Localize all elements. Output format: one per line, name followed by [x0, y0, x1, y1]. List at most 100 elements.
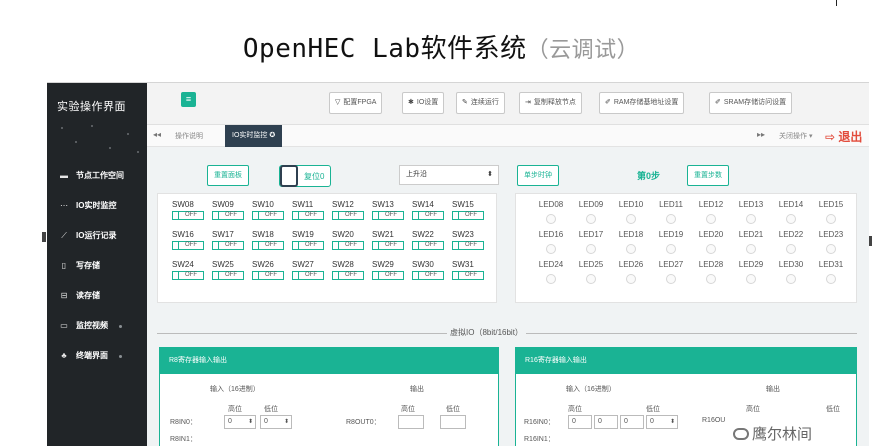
switch-toggle[interactable]: OFF — [372, 211, 404, 220]
switch-sw15[interactable]: SW15 OFF — [452, 200, 486, 220]
switch-sw28[interactable]: SW28 OFF — [332, 260, 366, 280]
switch-label: SW24 — [172, 260, 194, 269]
switch-toggle[interactable]: OFF — [292, 271, 324, 280]
led-indicator — [626, 244, 636, 254]
switch-sw29[interactable]: SW29 OFF — [372, 260, 406, 280]
switch-sw09[interactable]: SW09 OFF — [212, 200, 246, 220]
release-node-button[interactable]: ⇥ 复制释放节点 — [519, 92, 582, 114]
switch-toggle[interactable]: OFF — [412, 211, 444, 220]
r8-in0-high-stepper[interactable]: 0 ⬍ — [224, 415, 256, 429]
led-label: LED15 — [818, 200, 844, 209]
switch-sw11[interactable]: SW11 OFF — [292, 200, 326, 220]
tab-instructions[interactable]: 操作说明 — [175, 131, 203, 141]
switch-toggle[interactable]: OFF — [452, 271, 484, 280]
r16-input-header: 输入（16进制） — [566, 386, 616, 393]
switch-toggle[interactable]: OFF — [212, 211, 244, 220]
switch-state: OFF — [345, 272, 357, 278]
led-label: LED29 — [738, 260, 764, 269]
switch-sw14[interactable]: SW14 OFF — [412, 200, 446, 220]
step-clock-button[interactable]: 单步时钟 — [517, 165, 559, 186]
switch-toggle[interactable]: OFF — [212, 241, 244, 250]
r16-output-header: 输出 — [766, 386, 780, 393]
switch-toggle[interactable]: OFF — [452, 241, 484, 250]
sram-access-button[interactable]: ✐ SRAM存储访问设置 — [709, 92, 793, 114]
checkbox-square[interactable] — [280, 165, 298, 187]
sidebar-item-io-monitor[interactable]: ⋯ IO实时监控 — [47, 191, 147, 221]
tab-prev-icon[interactable]: ◂◂ — [153, 130, 161, 139]
r16-in0-stepper-2[interactable]: 0 — [594, 415, 618, 429]
switch-sw31[interactable]: SW31 OFF — [452, 260, 486, 280]
r16-in0-label: R16IN0： — [524, 419, 555, 426]
switch-sw26[interactable]: SW26 OFF — [252, 260, 286, 280]
r8-in0-low-stepper[interactable]: 0 ⬍ — [260, 415, 292, 429]
switch-sw08[interactable]: SW08 OFF — [172, 200, 206, 220]
switch-toggle[interactable]: OFF — [332, 271, 364, 280]
sidebar-item-video[interactable]: ▭ 监控视频 — [47, 311, 147, 341]
led-label: LED14 — [778, 200, 804, 209]
r16-in0-stepper-3[interactable]: 0 — [620, 415, 644, 429]
switch-sw12[interactable]: SW12 OFF — [332, 200, 366, 220]
file-icon: ▯ — [61, 261, 67, 270]
io-settings-button[interactable]: ✱ IO设置 — [402, 92, 445, 114]
led-led20: LED20 — [694, 230, 728, 254]
switch-toggle[interactable]: OFF — [452, 211, 484, 220]
switch-sw16[interactable]: SW16 OFF — [172, 230, 206, 250]
reset-panel-button[interactable]: 重置面板 — [207, 165, 249, 186]
r16-in0-stepper-4[interactable]: 0 ⬍ — [646, 415, 678, 429]
switch-toggle[interactable]: OFF — [212, 271, 244, 280]
switch-sw18[interactable]: SW18 OFF — [252, 230, 286, 250]
ram-base-address-button[interactable]: ✐ RAM存储基地址设置 — [599, 92, 685, 114]
switch-toggle[interactable]: OFF — [172, 271, 204, 280]
switch-sw13[interactable]: SW13 OFF — [372, 200, 406, 220]
sidebar-item-write-storage[interactable]: ▯ 写存储 — [47, 251, 147, 281]
tab-bar: ◂◂ 操作说明 IO实时监控 ✪ ▸▸ 关闭操作 ▾ ⇨ 退出 — [147, 125, 869, 147]
close-operations-dropdown[interactable]: 关闭操作 ▾ — [779, 131, 812, 141]
sidebar-item-io-records[interactable]: ⟋ IO运行记录 — [47, 221, 147, 251]
switch-toggle[interactable]: OFF — [172, 211, 204, 220]
switch-sw27[interactable]: SW27 OFF — [292, 260, 326, 280]
switch-sw30[interactable]: SW30 OFF — [412, 260, 446, 280]
switch-toggle[interactable]: OFF — [412, 271, 444, 280]
switch-sw24[interactable]: SW24 OFF — [172, 260, 206, 280]
switch-toggle[interactable]: OFF — [292, 241, 324, 250]
reset-steps-button[interactable]: 重置步数 — [687, 165, 729, 186]
continuous-run-button[interactable]: ✎ 连续运行 — [456, 92, 505, 114]
switch-sw19[interactable]: SW19 OFF — [292, 230, 326, 250]
sidebar-item-label: 写存储 — [76, 261, 100, 270]
sidebar-item-workspace[interactable]: ▬ 节点工作空间 — [47, 161, 147, 191]
tab-io-monitor[interactable]: IO实时监控 ✪ — [225, 125, 283, 147]
switch-sw20[interactable]: SW20 OFF — [332, 230, 366, 250]
reset-checkbox[interactable]: 复位0 — [279, 165, 331, 187]
switch-toggle[interactable]: OFF — [412, 241, 444, 250]
edge-select[interactable]: 上升沿 ⬍ — [399, 165, 499, 185]
switch-state: OFF — [465, 242, 477, 248]
switch-sw23[interactable]: SW23 OFF — [452, 230, 486, 250]
signout-icon: ⇥ — [525, 99, 531, 106]
switch-toggle[interactable]: OFF — [332, 211, 364, 220]
configure-fpga-button[interactable]: ▽ 配置FPGA — [329, 92, 383, 114]
switch-toggle[interactable]: OFF — [372, 271, 404, 280]
switch-sw22[interactable]: SW22 OFF — [412, 230, 446, 250]
menu-toggle-icon[interactable]: ≡ — [181, 92, 196, 107]
led-label: LED26 — [618, 260, 644, 269]
switch-toggle[interactable]: OFF — [252, 211, 284, 220]
switch-toggle[interactable]: OFF — [172, 241, 204, 250]
switch-sw17[interactable]: SW17 OFF — [212, 230, 246, 250]
r16-in0-stepper-1[interactable]: 0 — [568, 415, 592, 429]
switch-toggle[interactable]: OFF — [332, 241, 364, 250]
led-label: LED09 — [578, 200, 604, 209]
switch-toggle[interactable]: OFF — [292, 211, 324, 220]
edge-mark-left — [42, 232, 46, 242]
switch-sw21[interactable]: SW21 OFF — [372, 230, 406, 250]
sidebar-item-read-storage[interactable]: ⊟ 读存储 — [47, 281, 147, 311]
switch-toggle[interactable]: OFF — [252, 241, 284, 250]
switch-sw25[interactable]: SW25 OFF — [212, 260, 246, 280]
switch-sw10[interactable]: SW10 OFF — [252, 200, 286, 220]
tab-next-icon[interactable]: ▸▸ — [757, 130, 765, 139]
switch-toggle[interactable]: OFF — [372, 241, 404, 250]
switch-toggle[interactable]: OFF — [252, 271, 284, 280]
switch-state: OFF — [385, 242, 397, 248]
led-indicator — [666, 244, 676, 254]
sidebar-item-terminal[interactable]: ♣ 终端界面 — [47, 341, 147, 371]
exit-button[interactable]: ⇨ 退出 — [825, 128, 862, 145]
